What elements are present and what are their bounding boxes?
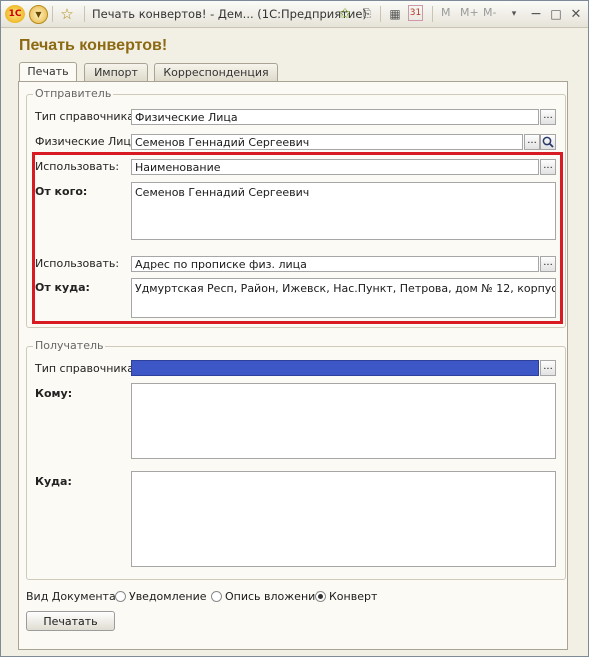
radio-notification-label: Уведомление <box>129 590 207 603</box>
sender-ref-type-field[interactable]: Физические Лица <box>131 109 539 125</box>
1c-logo-icon[interactable]: 1С <box>5 5 25 23</box>
sender-from-where-label: От куда: <box>35 281 90 294</box>
memory-plus-button[interactable]: M+ <box>460 6 479 19</box>
recipient-where-label: Куда: <box>35 475 72 488</box>
calculator-icon[interactable]: ▦ <box>386 5 404 23</box>
star-icon[interactable]: ☆ <box>58 5 76 23</box>
radio-inventory-label: Опись вложений <box>225 590 323 603</box>
radio-circle[interactable] <box>115 591 126 602</box>
sender-from-where-textarea[interactable]: Удмуртская Респ, Район, Ижевск, Нас.Пунк… <box>131 278 556 318</box>
radio-envelope[interactable]: Конверт <box>315 590 377 603</box>
sender-use2-field[interactable]: Адрес по прописке физ. лица <box>131 256 539 272</box>
title-bar: 1С ▼ ☆ Печать конвертов! - Дем... (1С:Пр… <box>1 1 588 28</box>
maximize-icon[interactable]: □ <box>547 5 565 23</box>
favorite-add-icon[interactable]: ✩ <box>336 5 354 23</box>
toolbar-divider <box>52 6 53 22</box>
radio-inventory[interactable]: Опись вложений <box>211 590 322 603</box>
close-icon[interactable]: ✕ <box>567 5 585 23</box>
radio-circle-selected[interactable] <box>315 591 326 602</box>
sender-group-title: Отправитель <box>33 87 114 100</box>
page-title: Печать конвертов! <box>19 37 168 54</box>
app-window: 1С ▼ ☆ Печать конвертов! - Дем... (1С:Пр… <box>0 0 589 657</box>
print-button[interactable]: Печатать <box>26 611 115 631</box>
tab-correspondence[interactable]: Корреспонденция <box>154 63 278 81</box>
doc-kind-label: Вид Документа: <box>26 590 120 603</box>
sender-from-textarea[interactable]: Семенов Геннадий Сергеевич <box>131 182 556 240</box>
memory-minus-button[interactable]: M- <box>483 6 496 19</box>
sender-use1-label: Использовать: <box>35 160 120 173</box>
sender-persons-select-button[interactable]: ... <box>524 134 540 150</box>
sender-from-label: От кого: <box>35 185 88 198</box>
tab-print[interactable]: Печать <box>19 62 77 82</box>
toolbar-divider <box>432 6 433 22</box>
recipient-group-title: Получатель <box>33 339 106 352</box>
toolbar-divider <box>380 6 381 22</box>
recipient-to-label: Кому: <box>35 387 73 400</box>
recipient-to-textarea[interactable] <box>131 383 556 459</box>
window-title: Печать конвертов! - Дем... (1С:Предприят… <box>92 7 367 21</box>
sender-use1-select-button[interactable]: ... <box>540 159 556 175</box>
sender-use1-field[interactable]: Наименование <box>131 159 539 175</box>
sender-ref-type-select-button[interactable]: ... <box>540 109 556 125</box>
sender-use2-select-button[interactable]: ... <box>540 256 556 272</box>
sender-use2-label: Использовать: <box>35 257 120 270</box>
radio-envelope-label: Конверт <box>329 590 378 603</box>
memory-m-button[interactable]: M <box>441 6 451 19</box>
radio-notification[interactable]: Уведомление <box>115 590 207 603</box>
calendar-icon[interactable]: 31 <box>408 5 423 21</box>
tab-import[interactable]: Импорт <box>84 63 148 81</box>
recipient-ref-type-select-button[interactable]: ... <box>540 360 556 376</box>
recipient-ref-type-label: Тип справочника: <box>35 362 138 375</box>
minimize-icon[interactable]: − <box>527 5 545 23</box>
link-icon[interactable]: ⎘ <box>358 5 376 23</box>
sender-ref-type-label: Тип справочника: <box>35 110 138 123</box>
chevron-down-icon[interactable]: ▼ <box>29 5 48 24</box>
radio-circle[interactable] <box>211 591 222 602</box>
recipient-ref-type-field[interactable] <box>131 360 539 376</box>
toolbar-divider <box>84 6 85 22</box>
recipient-where-textarea[interactable] <box>131 471 556 567</box>
dropdown-icon[interactable]: ▾ <box>505 5 523 23</box>
sender-persons-label: Физические Лица: <box>35 135 142 148</box>
search-icon[interactable] <box>540 134 556 150</box>
sender-persons-field[interactable]: Семенов Геннадий Сергеевич <box>131 134 523 150</box>
